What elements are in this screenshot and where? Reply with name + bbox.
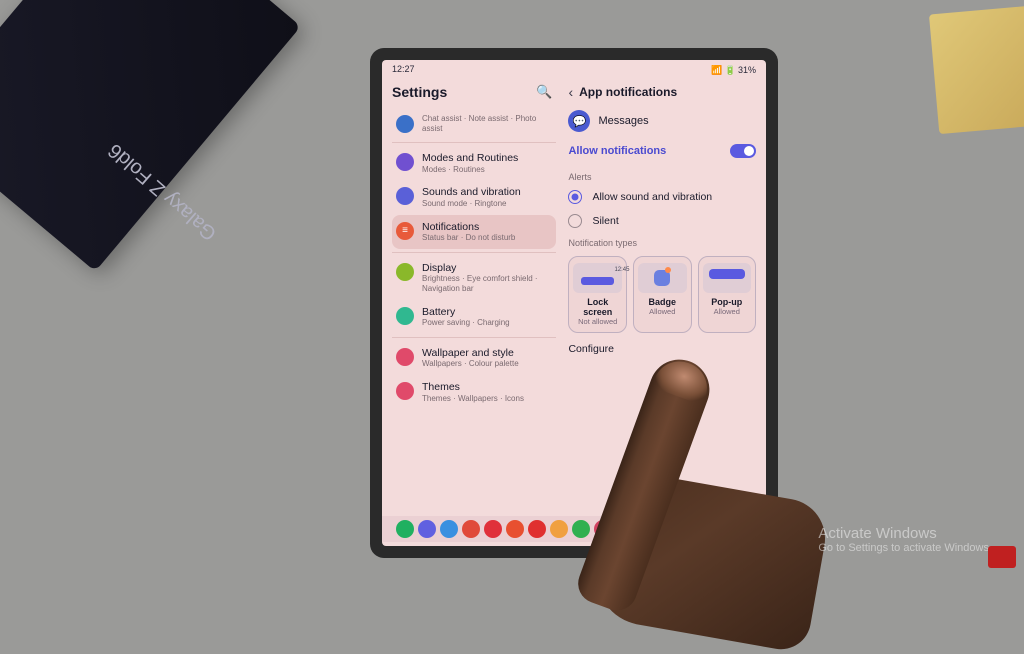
taskbar-app-icon[interactable] <box>418 520 436 538</box>
detail-pane: ‹ App notifications 💬 Messages Allow not… <box>562 76 766 546</box>
watermark-line2: Go to Settings to activate Windows. <box>818 542 992 554</box>
settings-item-sub: Brightness · Eye comfort shield · Naviga… <box>422 274 552 293</box>
settings-item-modes[interactable]: Modes and Routines Modes · Routines <box>392 146 556 180</box>
product-box <box>0 0 301 271</box>
settings-item-chat-assist[interactable]: Chat assist · Note assist · Photo assist <box>392 108 556 139</box>
status-time: 12:27 <box>392 64 415 76</box>
status-bar: 12:27 📶 🔋 31% <box>382 60 766 76</box>
display-icon <box>396 263 414 281</box>
alerts-heading: Alerts <box>568 172 756 182</box>
sound-icon <box>396 187 414 205</box>
settings-item-label: Battery <box>422 306 552 319</box>
taskbar-app-icon[interactable] <box>396 520 414 538</box>
settings-item-battery[interactable]: Battery Power saving · Charging <box>392 300 556 334</box>
settings-item-themes[interactable]: Themes Themes · Wallpapers · Icons <box>392 375 556 409</box>
tablet-device: 12:27 📶 🔋 31% Settings 🔍 Chat assist · N… <box>370 48 778 558</box>
taskbar-app-icon[interactable] <box>506 520 524 538</box>
settings-pane: Settings 🔍 Chat assist · Note assist · P… <box>382 76 562 546</box>
allow-notifications-toggle[interactable] <box>730 144 756 158</box>
settings-item-wallpaper[interactable]: Wallpaper and style Wallpapers · Colour … <box>392 341 556 375</box>
taskbar-app-icon[interactable] <box>484 520 502 538</box>
taskbar-app-icon[interactable] <box>550 520 568 538</box>
settings-item-sounds[interactable]: Sounds and vibration Sound mode · Ringto… <box>392 180 556 214</box>
types-heading: Notification types <box>568 238 756 248</box>
settings-item-label: Notifications <box>422 221 552 234</box>
card-name: Pop-up <box>703 297 752 307</box>
lock-preview-icon <box>573 263 622 293</box>
wood-block <box>929 6 1024 134</box>
settings-item-sub: Status bar · Do not disturb <box>422 233 552 243</box>
messages-app-icon: 💬 <box>568 110 590 132</box>
settings-item-sub: Wallpapers · Colour palette <box>422 359 552 369</box>
corner-badge-icon <box>988 546 1016 568</box>
radio-icon <box>568 214 582 228</box>
notifications-icon: ≡ <box>396 222 414 240</box>
type-card-badge[interactable]: Badge Allowed <box>633 256 692 333</box>
alerts-option-sound[interactable]: Allow sound and vibration <box>568 190 756 204</box>
card-sub: Allowed <box>703 307 752 316</box>
settings-item-notifications[interactable]: ≡ Notifications Status bar · Do not dist… <box>392 215 556 249</box>
taskbar-app-icon[interactable] <box>528 520 546 538</box>
taskbar <box>382 516 766 542</box>
radio-icon <box>568 190 582 204</box>
status-battery: 31% <box>738 65 756 75</box>
taskbar-app-icon[interactable] <box>572 520 590 538</box>
allow-notifications-label: Allow notifications <box>568 145 666 157</box>
status-tray: 📶 🔋 31% <box>711 64 756 76</box>
radio-label: Allow sound and vibration <box>592 191 712 203</box>
type-card-popup[interactable]: Pop-up Allowed <box>698 256 757 333</box>
screen: 12:27 📶 🔋 31% Settings 🔍 Chat assist · N… <box>382 60 766 546</box>
status-icons: 📶 🔋 <box>711 65 736 76</box>
back-icon[interactable]: ‹ <box>568 84 573 100</box>
app-name: Messages <box>598 115 648 127</box>
settings-item-label: Display <box>422 262 552 275</box>
app-row[interactable]: 💬 Messages <box>568 110 756 132</box>
card-name: Badge <box>638 297 687 307</box>
settings-item-sub: Power saving · Charging <box>422 318 552 328</box>
settings-item-display[interactable]: Display Brightness · Eye comfort shield … <box>392 256 556 300</box>
settings-item-sub: Themes · Wallpapers · Icons <box>422 394 552 404</box>
search-icon[interactable]: 🔍 <box>536 84 552 100</box>
modes-icon <box>396 153 414 171</box>
themes-icon <box>396 382 414 400</box>
taskbar-app-icon[interactable] <box>440 520 458 538</box>
divider <box>392 337 556 338</box>
settings-item-label: Wallpaper and style <box>422 347 552 360</box>
taskbar-app-icon[interactable] <box>594 520 612 538</box>
alerts-option-silent[interactable]: Silent <box>568 214 756 228</box>
settings-title: Settings <box>392 84 447 100</box>
card-sub: Not allowed <box>573 317 622 326</box>
type-card-lock-screen[interactable]: Lock screen Not allowed <box>568 256 627 333</box>
settings-item-label: Sounds and vibration <box>422 186 552 199</box>
configure-label[interactable]: Configure <box>568 343 756 355</box>
card-name: Lock screen <box>573 297 622 317</box>
divider <box>392 142 556 143</box>
radio-label: Silent <box>592 215 618 227</box>
settings-item-sub: Modes · Routines <box>422 165 552 175</box>
badge-preview-icon <box>638 263 687 293</box>
watermark-line1: Activate Windows <box>818 525 992 542</box>
card-sub: Allowed <box>638 307 687 316</box>
star-icon <box>396 115 414 133</box>
settings-item-sub: Sound mode · Ringtone <box>422 199 552 209</box>
battery-icon <box>396 307 414 325</box>
settings-item-label: Chat assist · Note assist · Photo assist <box>422 114 552 133</box>
settings-item-label: Modes and Routines <box>422 152 552 165</box>
divider <box>392 252 556 253</box>
settings-item-label: Themes <box>422 381 552 394</box>
taskbar-app-icon[interactable] <box>462 520 480 538</box>
wallpaper-icon <box>396 348 414 366</box>
windows-watermark: Activate Windows Go to Settings to activ… <box>818 525 992 554</box>
popup-preview-icon <box>703 263 752 293</box>
detail-title: App notifications <box>579 85 677 99</box>
